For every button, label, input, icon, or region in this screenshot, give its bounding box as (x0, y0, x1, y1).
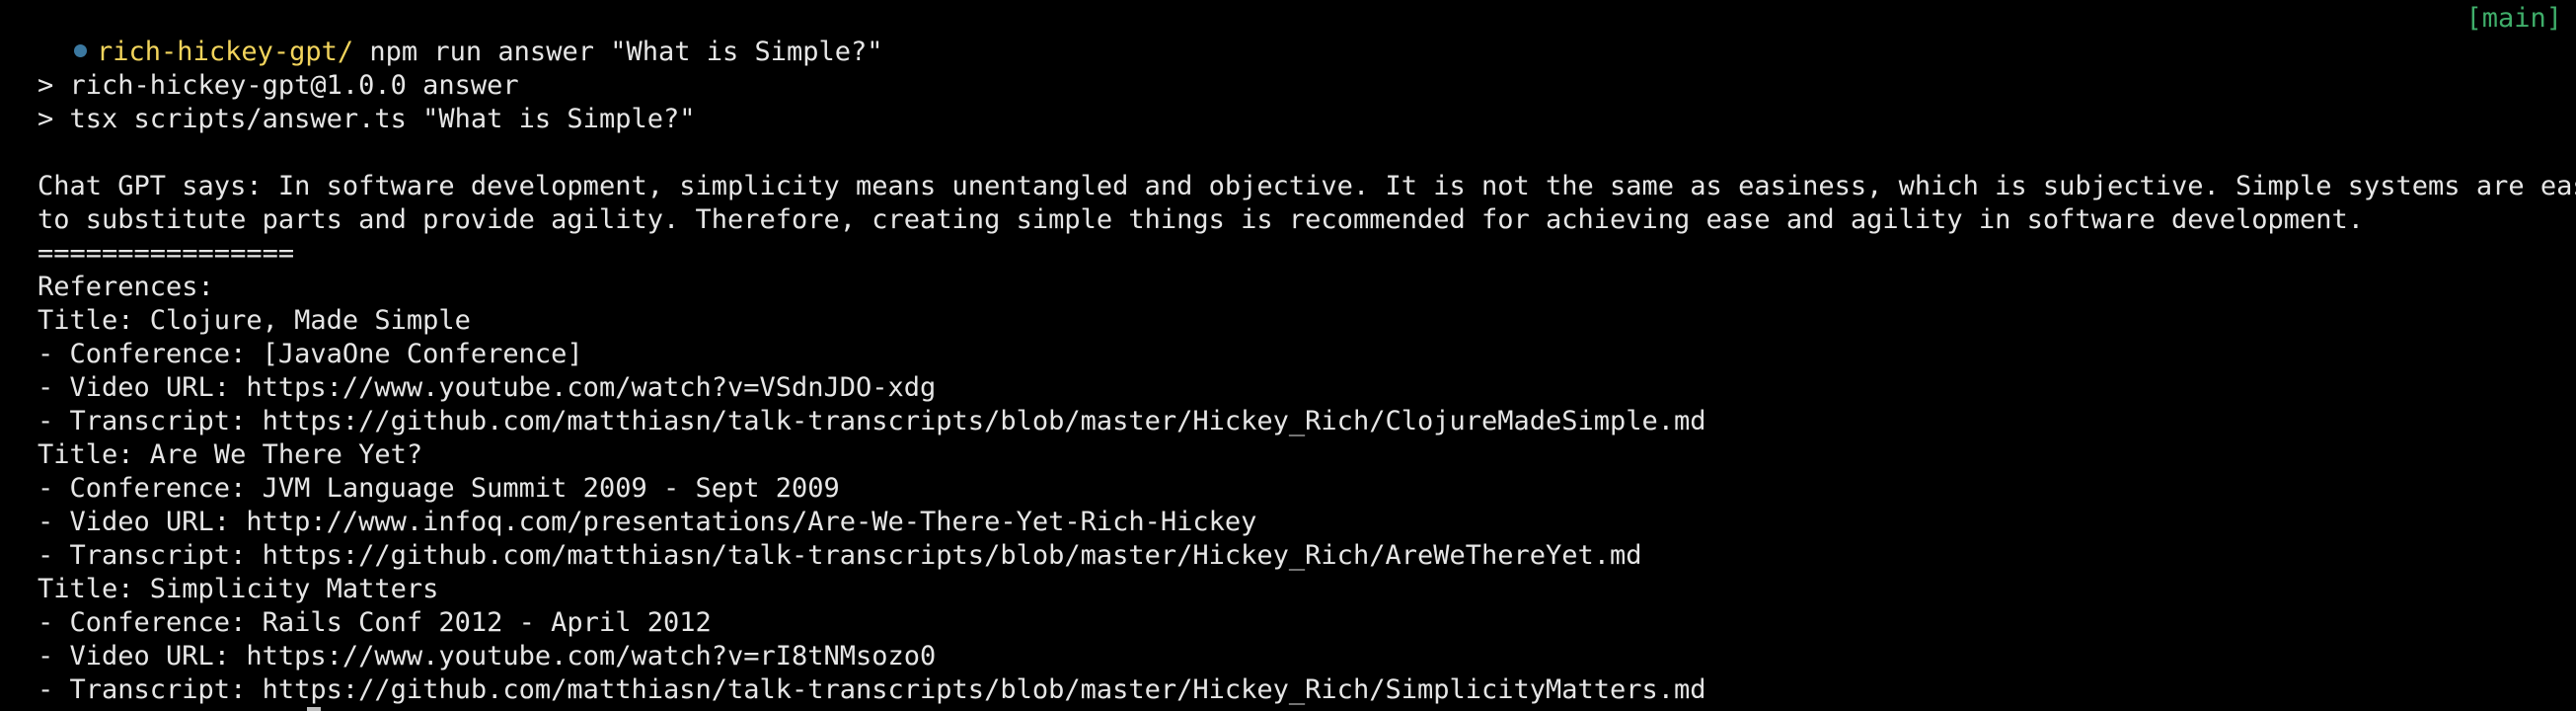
git-branch-indicator: [main] (2465, 3, 2562, 34)
answer-text-line: to substitute parts and provide agility.… (38, 204, 2365, 235)
reference-video-url: - Video URL: https://www.youtube.com/wat… (38, 641, 937, 672)
references-heading: References: (38, 272, 214, 302)
reference-video-url: - Video URL: https://www.youtube.com/wat… (38, 372, 937, 403)
answer-text-line: Chat GPT says: In software development, … (38, 171, 2576, 201)
reference-transcript-url: - Transcript: https://github.com/matthia… (38, 540, 1642, 571)
reference-transcript-url: - Transcript: https://github.com/matthia… (38, 406, 1706, 436)
reference-conference: - Conference: [JavaOne Conference] (38, 339, 583, 369)
reference-transcript-url: - Transcript: https://github.com/matthia… (38, 674, 1706, 705)
reference-title: Title: Simplicity Matters (38, 574, 439, 604)
reference-conference: - Conference: Rails Conf 2012 - April 20… (38, 607, 712, 638)
reference-video-url: - Video URL: http://www.infoq.com/presen… (38, 507, 1257, 537)
reference-conference: - Conference: JVM Language Summit 2009 -… (38, 473, 840, 504)
prompt-command[interactable]: npm run answer "What is Simple?" (353, 37, 882, 67)
separator-line: ================ (38, 238, 295, 269)
npm-output-line: > rich-hickey-gpt@1.0.0 answer (38, 70, 519, 101)
text-cursor (307, 707, 321, 711)
prompt-dot-icon (74, 44, 88, 57)
reference-title: Title: Are We There Yet? (38, 439, 423, 470)
reference-title: Title: Clojure, Made Simple (38, 305, 471, 336)
prompt-line: rich-hickey-gpt/ npm run answer "What is… (10, 2, 883, 67)
prompt-directory: rich-hickey-gpt/ (97, 37, 354, 67)
npm-output-line: > tsx scripts/answer.ts "What is Simple?… (38, 104, 696, 134)
